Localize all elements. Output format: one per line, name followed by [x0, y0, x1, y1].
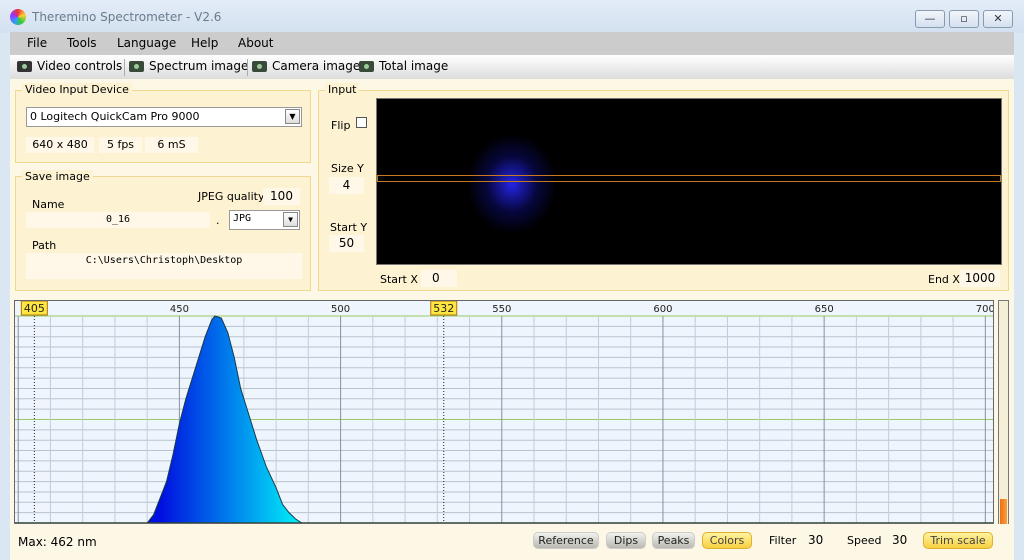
- menu-bar: File Tools Language Help About: [10, 32, 1014, 55]
- window-title: Theremino Spectrometer - V2.6: [32, 10, 222, 24]
- menu-about[interactable]: About: [238, 36, 273, 50]
- x-tick-label: 500: [331, 304, 350, 315]
- reference-button[interactable]: Reference: [533, 532, 599, 549]
- menu-help[interactable]: Help: [191, 36, 218, 50]
- device-value: 0 Logitech QuickCam Pro 9000: [30, 110, 200, 123]
- video-camera-icon: [17, 60, 32, 72]
- name-input[interactable]: 0_16: [26, 212, 210, 228]
- size-y-label: Size Y: [331, 162, 364, 175]
- spectrum-image-button[interactable]: Spectrum image: [129, 59, 248, 73]
- spectrum-chart[interactable]: 450 500 550 600 650 700 405 532: [14, 300, 994, 524]
- resolution-readout: 640 x 480: [26, 137, 94, 153]
- end-x-input[interactable]: 1000: [960, 270, 1000, 287]
- size-y-input[interactable]: 4: [329, 177, 364, 194]
- name-label: Name: [32, 198, 65, 211]
- marker-label: 532: [433, 302, 454, 315]
- title-bar: Theremino Spectrometer - V2.6 — ▫ ✕: [0, 0, 1024, 33]
- minimize-button[interactable]: —: [915, 10, 945, 28]
- toolbar-separator: [247, 59, 248, 76]
- end-x-label: End X: [928, 273, 960, 286]
- device-select[interactable]: 0 Logitech QuickCam Pro 9000 ▼: [26, 107, 302, 127]
- fps-readout: 5 fps: [99, 137, 142, 153]
- colors-button[interactable]: Colors: [702, 532, 752, 549]
- dips-button[interactable]: Dips: [606, 532, 646, 549]
- path-input[interactable]: C:\Users\Christoph\Desktop: [26, 253, 302, 279]
- x-tick-label: 700: [976, 304, 994, 315]
- input-title: Input: [325, 83, 360, 96]
- chevron-down-icon: ▼: [285, 109, 300, 124]
- flip-label: Flip: [331, 119, 351, 132]
- camera-icon: [252, 60, 267, 72]
- camera-icon: [129, 60, 144, 72]
- maximize-button[interactable]: ▫: [949, 10, 979, 28]
- x-tick-label: 550: [492, 304, 511, 315]
- camera-image-label: Camera image: [272, 59, 361, 73]
- trim-scale-button[interactable]: Trim scale: [923, 532, 993, 549]
- filter-label: Filter: [769, 534, 797, 547]
- menu-language[interactable]: Language: [117, 36, 176, 50]
- video-input-title: Video Input Device: [22, 83, 132, 96]
- marker-label: 405: [24, 302, 45, 315]
- exposure-readout: 6 mS: [145, 137, 198, 153]
- toolbar: Video controls Spectrum image Camera ima…: [10, 55, 1014, 79]
- jpeg-quality-label: JPEG quality: [198, 190, 265, 203]
- toolbar-separator: [124, 59, 125, 76]
- peaks-button[interactable]: Peaks: [652, 532, 695, 549]
- camera-image-button[interactable]: Camera image: [252, 59, 360, 73]
- total-image-label: Total image: [379, 59, 449, 73]
- format-select[interactable]: JPG ▼: [229, 210, 300, 230]
- close-button[interactable]: ✕: [983, 10, 1013, 28]
- selection-rectangle[interactable]: [377, 175, 1001, 182]
- chevron-down-icon: ▼: [283, 212, 298, 227]
- max-wavelength-readout: Max: 462 nm: [18, 535, 97, 549]
- light-spot: [437, 129, 587, 239]
- x-tick-label: 450: [170, 304, 189, 315]
- x-tick-label: 650: [815, 304, 834, 315]
- video-controls-button[interactable]: Video controls: [17, 59, 122, 73]
- path-label: Path: [32, 239, 57, 252]
- total-image-button[interactable]: Total image: [359, 59, 448, 73]
- start-y-label: Start Y: [330, 221, 368, 234]
- filter-input[interactable]: 30: [808, 533, 823, 547]
- speed-label: Speed: [847, 534, 882, 547]
- format-value: JPG: [233, 213, 252, 224]
- start-x-input[interactable]: 0: [421, 270, 457, 287]
- start-y-input[interactable]: 50: [329, 235, 364, 252]
- camera-preview[interactable]: [376, 98, 1002, 265]
- camera-icon: [359, 60, 374, 72]
- spectrum-image-label: Spectrum image: [149, 59, 249, 73]
- start-x-label: Start X: [380, 273, 418, 286]
- app-icon: [10, 9, 26, 25]
- level-meter: [998, 300, 1009, 524]
- flip-checkbox[interactable]: [356, 117, 367, 128]
- menu-tools[interactable]: Tools: [67, 36, 97, 50]
- x-tick-label: 600: [653, 304, 672, 315]
- extension-dot: .: [216, 214, 220, 227]
- level-meter-fill: [1000, 499, 1007, 524]
- jpeg-quality-input[interactable]: 100: [263, 188, 300, 205]
- menu-file[interactable]: File: [27, 36, 47, 50]
- save-image-title: Save image: [22, 170, 93, 183]
- speed-input[interactable]: 30: [892, 533, 907, 547]
- video-controls-label: Video controls: [37, 59, 123, 73]
